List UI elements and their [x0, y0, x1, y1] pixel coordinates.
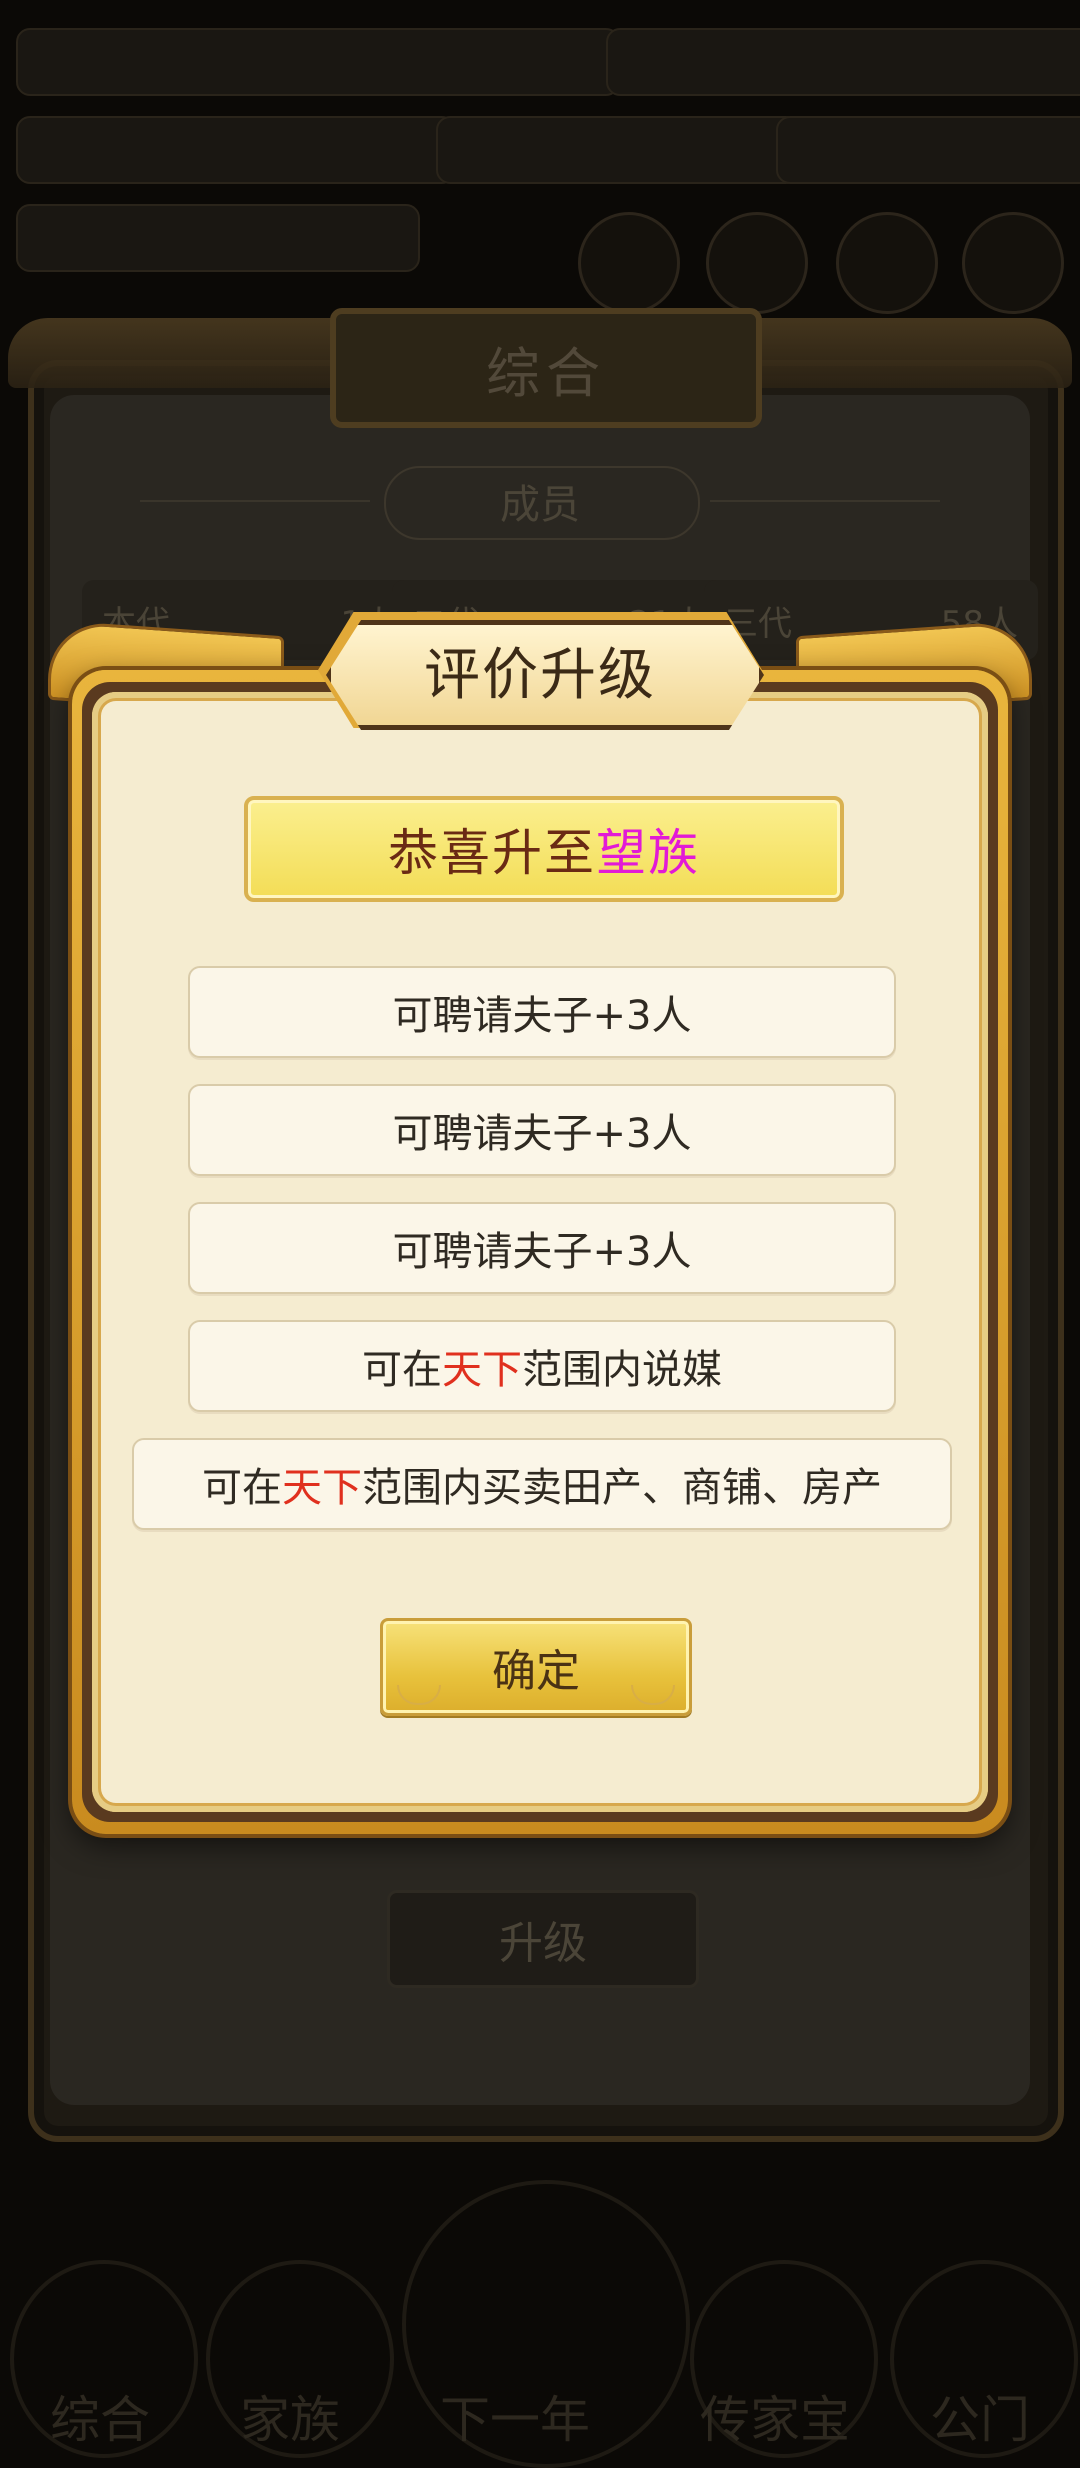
button-ornament-icon: [397, 1685, 441, 1705]
nav-label: 家族: [240, 2391, 340, 2449]
benefit-item: 可聘请夫子+3人: [188, 966, 896, 1058]
nav-label: 综合: [50, 2391, 150, 2449]
dialog-title: 评价升级: [424, 642, 656, 708]
hud-family-bar: [16, 116, 456, 184]
benefit-text: 可在: [202, 1465, 282, 1511]
benefit-item: 可聘请夫子+3人: [188, 1084, 896, 1176]
hud-menu-icon-4: [962, 212, 1064, 314]
benefit-text: 可聘请夫子+3人: [392, 1229, 692, 1275]
nav-label: 传家宝: [700, 2391, 850, 2449]
benefit-text: 可在: [362, 1347, 442, 1393]
benefit-scope: 天下: [282, 1465, 362, 1511]
benefit-text: 可聘请夫子+3人: [392, 993, 692, 1039]
panel-title: 综合: [330, 308, 762, 428]
congrats-prefix: 恭喜升至: [388, 824, 596, 882]
benefit-scope: 天下: [442, 1347, 522, 1393]
benefit-text: 可聘请夫子+3人: [392, 1111, 692, 1157]
confirm-button[interactable]: 确定: [380, 1618, 692, 1716]
congrats-banner: 恭喜升至 望族: [244, 796, 844, 902]
confirm-label: 确定: [492, 1646, 580, 1697]
benefit-text: 范围内说媒: [522, 1347, 722, 1393]
hud-resource-bar: [606, 28, 1080, 96]
benefit-item: 可在 天下 范围内买卖田产、商铺、房产: [132, 1438, 952, 1530]
hud-player-bar: [16, 28, 620, 96]
hud-menu-icon-2: [706, 212, 808, 314]
button-ornament-icon: [631, 1685, 675, 1705]
benefit-item: 可聘请夫子+3人: [188, 1202, 896, 1294]
background-upgrade-button: 升级: [387, 1890, 699, 1988]
benefit-text: 范围内买卖田产、商铺、房产: [362, 1465, 882, 1511]
hud-gold-bar: [776, 116, 1080, 184]
section-title: 成员: [140, 466, 940, 536]
hud-menu-icon-3: [836, 212, 938, 314]
hud-year-bar: [436, 116, 800, 184]
nav-label: 下一年: [440, 2391, 590, 2449]
nav-label: 公门: [930, 2391, 1030, 2449]
hud-prestige-bar: [16, 204, 420, 272]
congrats-rank: 望族: [596, 824, 700, 882]
benefit-item: 可在 天下 范围内说媒: [188, 1320, 896, 1412]
hud-menu-icon-1: [578, 212, 680, 314]
